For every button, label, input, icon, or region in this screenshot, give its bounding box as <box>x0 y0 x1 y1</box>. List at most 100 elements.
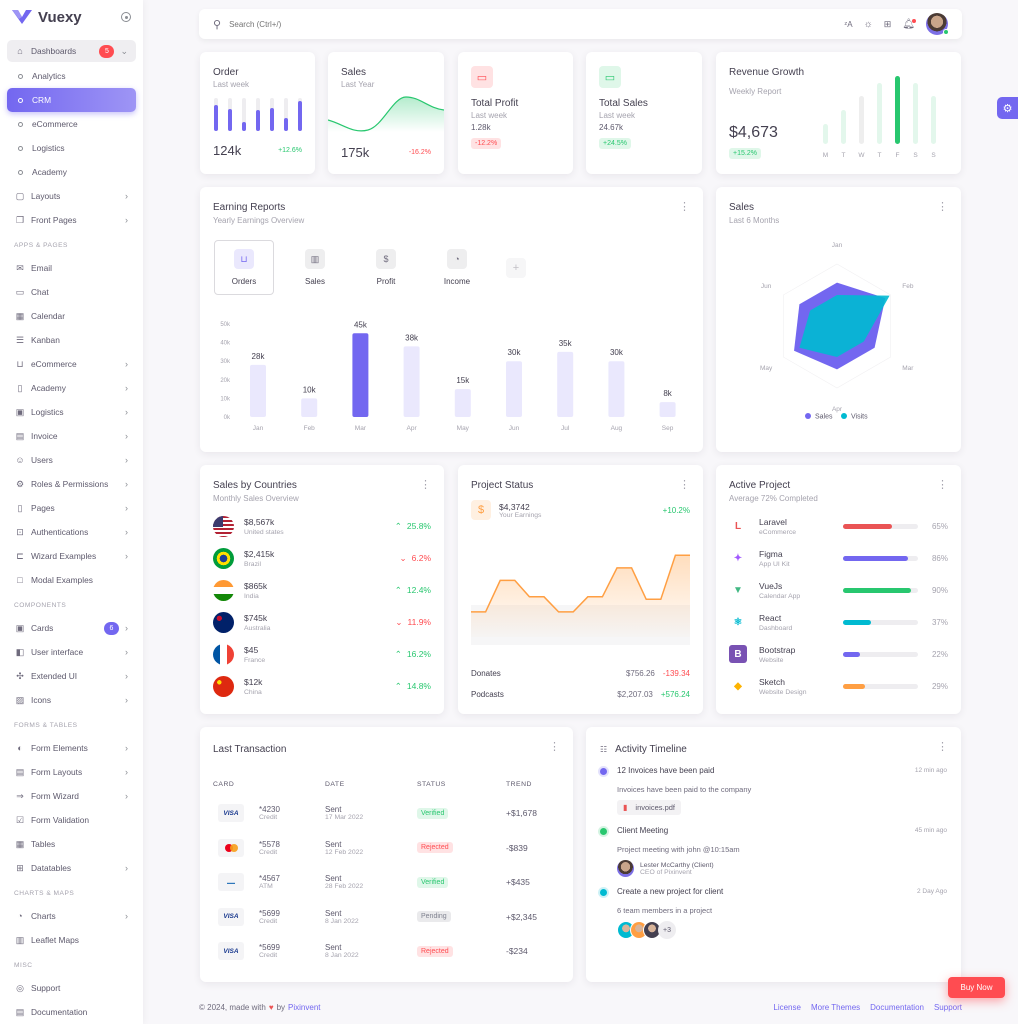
project-info: Bootstrap Website <box>759 645 795 664</box>
sidebar-item-academy[interactable]: ▯ Academy › <box>7 376 136 400</box>
sidebar-item-icons[interactable]: ▨ Icons › <box>7 688 136 712</box>
sidebar-item-form-elements[interactable]: ◐ Form Elements › <box>7 736 136 760</box>
table-row[interactable]: VISA *4230 Credit Sent 17 Mar 2022 Verified +$… <box>210 796 557 831</box>
sidebar-item-support[interactable]: ◎ Support <box>7 976 136 1000</box>
file-attachment[interactable]: ▮ invoices.pdf <box>617 800 682 815</box>
tab-orders[interactable]: ⊔ Orders <box>214 240 274 295</box>
footer-link-license[interactable]: License <box>773 1003 801 1012</box>
sidebar-item-user-interface[interactable]: ◧ User interface › <box>7 640 136 664</box>
sidebar-item-kanban[interactable]: ☰ Kanban <box>7 328 136 352</box>
tab-sales[interactable]: ▥ Sales <box>285 240 345 295</box>
timeline-dot <box>600 828 607 835</box>
sidebar-item-cards[interactable]: ▣ Cards 6 › <box>7 616 136 640</box>
sidebar-item-users[interactable]: ☺ Users › <box>7 448 136 472</box>
table-row[interactable]: ▬▬ *4567 ATM Sent 28 Feb 2022 Verified +$435 <box>210 865 557 900</box>
bar-sep[interactable] <box>659 402 676 417</box>
more-options-icon[interactable]: ⋮ <box>937 480 948 491</box>
translate-icon[interactable]: ᶻA <box>844 20 852 29</box>
bar-jul[interactable] <box>557 351 574 417</box>
project-percent: 65% <box>931 521 948 531</box>
bar-apr[interactable] <box>403 346 420 417</box>
timeline-item-time: 45 min ago <box>914 827 947 834</box>
search-icon[interactable]: ⚲ <box>213 18 221 31</box>
revenue-change-chip: +15.2% <box>729 148 761 159</box>
brand[interactable]: Vuexy <box>0 0 143 34</box>
bar-feb[interactable] <box>301 398 318 417</box>
sidebar-item-academy[interactable]: Academy <box>7 160 136 184</box>
more-options-icon[interactable]: ⋮ <box>420 480 431 491</box>
file-description-icon: ▤ <box>15 1006 25 1017</box>
sidebar-item-ecommerce[interactable]: ⊔ eCommerce › <box>7 352 136 376</box>
earnings-label: Your Earnings <box>499 511 542 519</box>
more-options-icon[interactable]: ⋮ <box>937 742 948 753</box>
sidebar-toggle-icon[interactable] <box>121 12 131 22</box>
countries-subtitle: Monthly Sales Overview <box>213 494 299 503</box>
table-row[interactable]: VISA *5699 Credit Sent 8 Jan 2022 Rejected -$2… <box>210 934 557 969</box>
tab-income[interactable]: ◔ Income <box>427 240 487 295</box>
bar-aug[interactable] <box>608 361 625 417</box>
project-status-line-chart <box>471 554 690 645</box>
sidebar-item-logistics[interactable]: ▣ Logistics › <box>7 400 136 424</box>
sidebar-item-datatables[interactable]: ⊞ Datatables › <box>7 856 136 880</box>
bar-mar[interactable] <box>352 333 369 417</box>
sidebar-item-label: Logistics <box>31 407 64 417</box>
more-options-icon[interactable]: ⋮ <box>679 480 690 491</box>
sidebar-item-roles-permissions[interactable]: ⚙ Roles & Permissions › <box>7 472 136 496</box>
sidebar-item-front-pages[interactable]: ❐ Front Pages › <box>7 208 136 232</box>
shortcuts-icon[interactable]: ⊞ <box>884 19 892 30</box>
footer-link-documentation[interactable]: Documentation <box>870 1003 924 1012</box>
project-status-area <box>471 555 690 637</box>
more-options-icon[interactable]: ⋮ <box>549 742 560 753</box>
sidebar-item-form-validation[interactable]: ☑ Form Validation <box>7 808 136 832</box>
sidebar-item-crm[interactable]: CRM <box>7 88 136 112</box>
total-sales-change-chip: +24.5% <box>599 138 631 149</box>
add-tab-button[interactable]: + <box>506 258 526 278</box>
visa-logo-icon: VISA <box>218 907 244 926</box>
table-row[interactable]: VISA *5699 Credit Sent 8 Jan 2022 Pending +$2,… <box>210 900 557 935</box>
sidebar-item-extended-ui[interactable]: ✣ Extended UI › <box>7 664 136 688</box>
bar-may[interactable] <box>454 389 471 417</box>
project-name: Sketch <box>759 676 785 687</box>
bell-icon[interactable]: 🔔︎ <box>902 18 916 30</box>
sidebar-item-wizard-examples[interactable]: ⊏ Wizard Examples › <box>7 544 136 568</box>
sidebar-item-layouts[interactable]: ▢ Layouts › <box>7 184 136 208</box>
footer-link-support[interactable]: Support <box>934 1003 962 1012</box>
card-cell: ▬▬ *4567 ATM <box>210 865 325 900</box>
sidebar-item-pages[interactable]: ▯ Pages › <box>7 496 136 520</box>
sidebar-item-chat[interactable]: ▭ Chat <box>7 280 136 304</box>
sidebar-item-authentications[interactable]: ⊡ Authentications › <box>7 520 136 544</box>
project-progress-fill <box>843 683 865 689</box>
project-info: Figma App UI Kit <box>759 549 790 568</box>
countries-title: Sales by Countries <box>213 480 297 491</box>
sidebar-item-ecommerce[interactable]: eCommerce <box>7 112 136 136</box>
theme-sun-icon[interactable]: ☼ <box>864 19 873 30</box>
customizer-gear-button[interactable]: ⚙ <box>997 97 1018 119</box>
sidebar-item-tables[interactable]: ▦ Tables <box>7 832 136 856</box>
table-row[interactable]: *5578 Credit Sent 12 Feb 2022 Rejected -$839 <box>210 831 557 866</box>
search-input[interactable] <box>229 19 530 29</box>
sidebar-item-form-layouts[interactable]: ▤ Form Layouts › <box>7 760 136 784</box>
bootstrap-logo-icon: B <box>729 645 747 663</box>
sidebar-item-analytics[interactable]: Analytics <box>7 64 136 88</box>
tab-profit[interactable]: $ Profit <box>356 240 416 295</box>
user-avatar[interactable] <box>926 13 949 35</box>
more-members-count[interactable]: +3 <box>658 921 676 939</box>
sidebar-item-modal-examples[interactable]: □ Modal Examples <box>7 568 136 592</box>
company-link[interactable]: Pixinvent <box>288 1003 320 1012</box>
sidebar-item-charts[interactable]: ◔ Charts › <box>7 904 136 928</box>
credit-card-icon: ▭ <box>471 66 493 88</box>
more-options-icon[interactable]: ⋮ <box>937 202 948 213</box>
sidebar-item-documentation[interactable]: ▤ Documentation <box>7 1000 136 1024</box>
sidebar-item-invoice[interactable]: ▤ Invoice › <box>7 424 136 448</box>
sidebar-item-dashboards[interactable]: ⌂ Dashboards 5 ⌄ <box>7 40 136 62</box>
sidebar-item-calendar[interactable]: ▦ Calendar <box>7 304 136 328</box>
sidebar-item-form-wizard[interactable]: ⇒ Form Wizard › <box>7 784 136 808</box>
buy-now-button[interactable]: Buy Now <box>948 977 1005 998</box>
footer-link-more-themes[interactable]: More Themes <box>811 1003 860 1012</box>
bar-jan[interactable] <box>250 364 266 417</box>
sidebar-item-email[interactable]: ✉ Email <box>7 256 136 280</box>
sidebar-item-logistics[interactable]: Logistics <box>7 136 136 160</box>
more-options-icon[interactable]: ⋮ <box>679 202 690 213</box>
sidebar-item-leaflet-maps[interactable]: ▥ Leaflet Maps <box>7 928 136 952</box>
bar-jun[interactable] <box>506 361 522 417</box>
